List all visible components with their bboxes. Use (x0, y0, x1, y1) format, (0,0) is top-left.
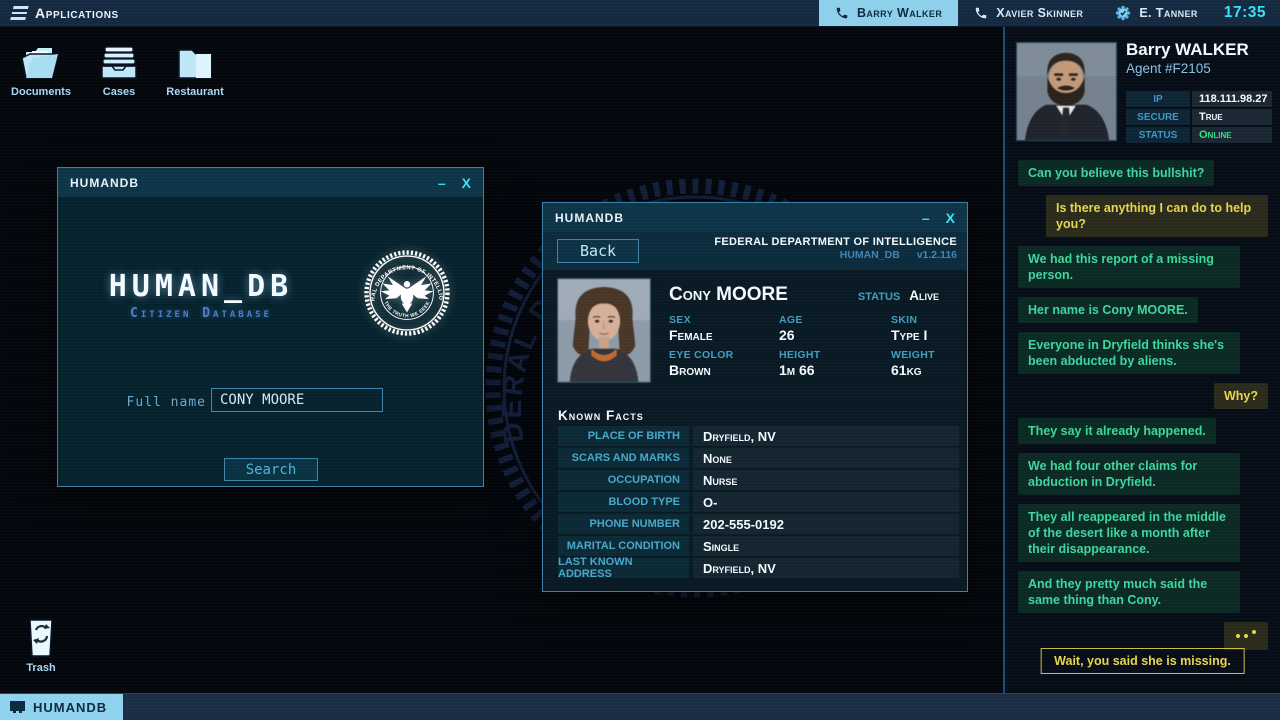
result-window-body: Cony MOORE STATUS Alive SEX Female AGE 2… (543, 270, 967, 592)
fact-row-scars-and-marks: SCARS AND MARKS None (558, 448, 959, 468)
known-facts-table: PLACE OF BIRTH Dryfield, NV SCARS AND MA… (558, 426, 959, 578)
contact-tab-barry-walker[interactable]: Barry Walker (819, 0, 958, 26)
attribute-weight: WEIGHT 61kg (891, 349, 955, 384)
person-status: STATUS Alive (858, 288, 939, 303)
game-desktop: Applications Barry Walker Xavier Skinner (0, 0, 1280, 720)
window-icon (9, 700, 26, 714)
agency-seal-icon: FEDERAL DEPARTMENT OF INTELLIGENCE ★ THE… (363, 249, 451, 337)
applications-menu[interactable]: Applications (0, 0, 131, 26)
logo-title: HUMAN_DB (58, 269, 344, 304)
taskbar: HUMANDB (0, 693, 1280, 720)
chat-thread: Can you believe this bullshit? Is there … (1018, 160, 1268, 650)
minimize-icon[interactable]: – (922, 211, 930, 225)
known-facts-heading: Known Facts (558, 408, 644, 423)
call-sidebar: Barry WALKER Agent #F2105 IP 118.111.98.… (1003, 27, 1280, 693)
inbox-tray-icon (96, 42, 142, 82)
chat-message: Can you believe this bullshit? (1018, 160, 1214, 186)
chat-message: And they pretty much said the same thing… (1018, 571, 1240, 613)
contacts-bar: Barry Walker Xavier Skinner E. Tanner 17… (819, 0, 1280, 26)
chat-message: Why? (1214, 383, 1268, 409)
desktop-icon-cases[interactable]: Cases (86, 42, 152, 98)
desktop-icon-trash[interactable]: Trash (8, 616, 74, 674)
contact-tab-xavier-skinner[interactable]: Xavier Skinner (958, 0, 1099, 26)
close-icon[interactable]: X (946, 211, 955, 225)
contact-tab-e-tanner[interactable]: E. Tanner (1099, 0, 1214, 26)
close-icon[interactable]: X (462, 176, 471, 190)
result-window-header: Back FEDERAL DEPARTMENT OF INTELLIGENCE … (543, 232, 967, 270)
contact-name: E. Tanner (1139, 6, 1198, 20)
window-title: HUMANDB (555, 211, 624, 225)
chat-message: Is there anything I can do to help you? (1046, 195, 1268, 237)
full-name-input[interactable] (211, 388, 383, 412)
desktop-icon-documents[interactable]: Documents (8, 42, 74, 98)
folder-icon (172, 42, 218, 82)
contact-name: Barry Walker (857, 6, 942, 20)
app-name: HUMAN_DB (840, 249, 900, 261)
full-name-label: Full name (58, 395, 206, 410)
agent-id: Agent #F2105 (1126, 61, 1211, 76)
chat-message: They all reappeared in the middle of the… (1018, 504, 1240, 562)
phone-icon (974, 6, 988, 20)
back-button[interactable]: Back (557, 239, 639, 263)
phone-icon (835, 6, 849, 20)
person-name: Cony MOORE (669, 284, 788, 306)
agent-name: Barry WALKER (1126, 40, 1249, 60)
desktop-icon-label: Cases (86, 86, 152, 98)
fact-row-marital-condition: MARITAL CONDITION Single (558, 536, 959, 556)
taskbar-item-label: HUMANDB (33, 700, 107, 715)
trash-icon (21, 616, 61, 658)
chat-message: We had four other claims for abduction i… (1018, 453, 1240, 495)
agent-info-table: IP 118.111.98.27 SECURE True STATUS Onli… (1126, 91, 1272, 143)
search-window-body: HUMAN_DB Citizen Database FEDERAL DEPART… (58, 197, 483, 488)
desktop-icon-label: Restaurant (162, 86, 228, 98)
attribute-age: AGE 26 (779, 314, 891, 349)
logo-subtitle: Citizen Database (58, 306, 344, 321)
hamburger-icon (10, 6, 28, 20)
fact-row-blood-type: BLOOD TYPE O- (558, 492, 959, 512)
info-row-secure: SECURE True (1126, 109, 1272, 125)
result-window-titlebar[interactable]: HUMANDB – X (543, 203, 967, 232)
attribute-eye-color: EYE COLOR Brown (669, 349, 779, 384)
status-label: STATUS (858, 291, 900, 303)
humandb-search-window: HUMANDB – X HUMAN_DB Citizen Database (57, 167, 484, 487)
contact-name: Xavier Skinner (996, 6, 1083, 20)
open-folder-icon (18, 42, 64, 82)
chat-message: Everyone in Dryfield thinks she's been a… (1018, 332, 1240, 374)
chat-message: They say it already happened. (1018, 418, 1216, 444)
search-button[interactable]: Search (224, 458, 318, 481)
fact-row-occupation: OCCUPATION Nurse (558, 470, 959, 490)
status-value: Alive (909, 288, 939, 303)
app-version: v1.2.116 (917, 249, 957, 261)
badge-icon (1115, 5, 1131, 21)
top-menubar: Applications Barry Walker Xavier Skinner (0, 0, 1280, 27)
humandb-logo: HUMAN_DB Citizen Database (58, 269, 344, 321)
desktop-icon-label: Trash (8, 662, 74, 674)
fact-row-phone-number: PHONE NUMBER 202-555-0192 (558, 514, 959, 534)
search-window-titlebar[interactable]: HUMANDB – X (58, 168, 483, 197)
desktop-icon-restaurant[interactable]: Restaurant (162, 42, 228, 98)
attribute-height: HEIGHT 1m 66 (779, 349, 891, 384)
reply-option-button[interactable]: Wait, you said she is missing. (1040, 648, 1245, 674)
cony-moore-photo (557, 278, 651, 383)
barry-walker-photo (1016, 42, 1117, 141)
window-title: HUMANDB (70, 176, 139, 190)
agency-block: FEDERAL DEPARTMENT OF INTELLIGENCE HUMAN… (714, 236, 957, 261)
minimize-icon[interactable]: – (438, 176, 446, 190)
desktop-icon-label: Documents (8, 86, 74, 98)
humandb-result-window: HUMANDB – X Back FEDERAL DEPARTMENT OF I… (542, 202, 968, 592)
info-row-status: STATUS Online (1126, 127, 1272, 143)
typing-indicator (1224, 622, 1268, 650)
taskbar-item-humandb[interactable]: HUMANDB (0, 694, 123, 720)
attribute-sex: SEX Female (669, 314, 779, 349)
applications-label: Applications (35, 5, 119, 21)
info-row-ip: IP 118.111.98.27 (1126, 91, 1272, 107)
clock: 17:35 (1214, 0, 1280, 26)
fact-row-last-known-address: LAST KNOWN ADDRESS Dryfield, NV (558, 558, 959, 578)
chat-message: Her name is Cony MOORE. (1018, 297, 1198, 323)
fact-row-place-of-birth: PLACE OF BIRTH Dryfield, NV (558, 426, 959, 446)
attribute-skin: SKIN Type I (891, 314, 955, 349)
person-attributes: SEX Female AGE 26 SKIN Type I EYE COLOR … (669, 314, 955, 384)
agency-name: FEDERAL DEPARTMENT OF INTELLIGENCE (714, 236, 957, 248)
chat-message: We had this report of a missing person. (1018, 246, 1240, 288)
